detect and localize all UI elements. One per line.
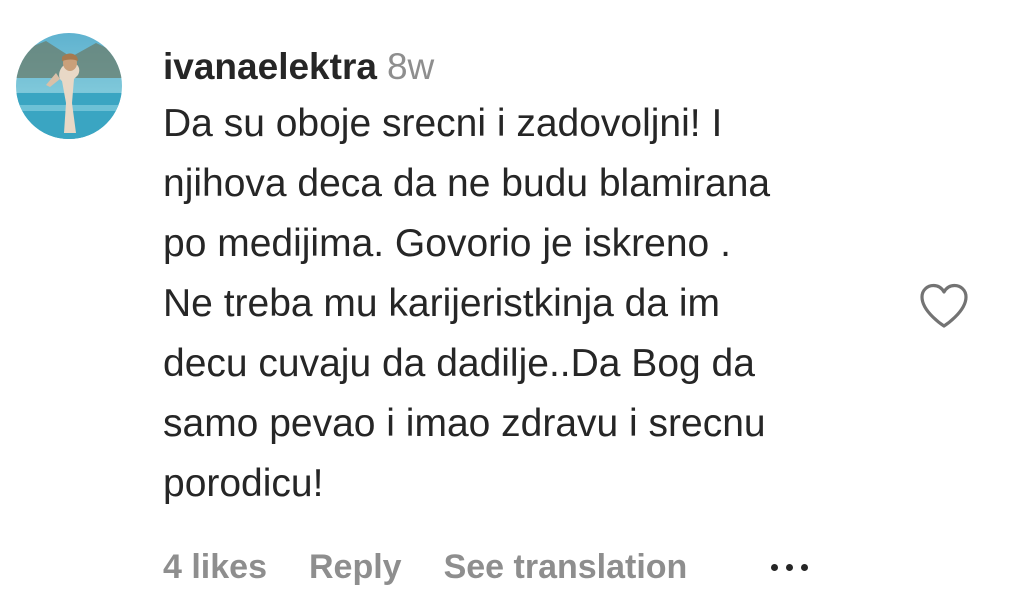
comment-header: ivanaelektra 8w bbox=[163, 40, 903, 94]
heart-outline-icon[interactable] bbox=[918, 282, 970, 330]
reply-button[interactable]: Reply bbox=[309, 548, 402, 587]
comment-actions: 4 likes Reply See translation bbox=[163, 540, 809, 594]
more-dot bbox=[801, 563, 809, 571]
comment-text-line: decu cuvaju da dadilje..Da Bog da bbox=[163, 342, 755, 385]
comment-text-line: njihova deca da ne budu blamirana bbox=[163, 162, 771, 205]
more-options-icon[interactable] bbox=[771, 552, 809, 582]
comment-text-line: porodicu! bbox=[163, 462, 324, 505]
comment-text-line: samo pevao i imao zdravu i srecnu bbox=[163, 402, 766, 445]
comment-content: ivanaelektra 8w Da su oboje srecni i zado… bbox=[163, 40, 903, 514]
comment-text-line: po medijima. Govorio je iskreno . bbox=[163, 222, 731, 265]
comment-item: ivanaelektra 8w Da su oboje srecni i zado… bbox=[0, 0, 1024, 616]
user-avatar[interactable] bbox=[16, 33, 122, 139]
comment-timestamp: 8w bbox=[386, 46, 435, 87]
comment-text: Da su oboje srecni i zadovoljni! I njiho… bbox=[163, 94, 903, 514]
avatar-photo bbox=[16, 33, 122, 139]
likes-count-button[interactable]: 4 likes bbox=[163, 548, 267, 587]
see-translation-button[interactable]: See translation bbox=[444, 548, 688, 587]
more-dot bbox=[786, 563, 794, 571]
comment-text-line: Da su oboje srecni i zadovoljni! I bbox=[163, 102, 723, 145]
more-dot bbox=[771, 563, 779, 571]
username-link[interactable]: ivanaelektra bbox=[163, 46, 377, 87]
comment-text-line: Ne treba mu karijeristkinja da im bbox=[163, 282, 721, 325]
